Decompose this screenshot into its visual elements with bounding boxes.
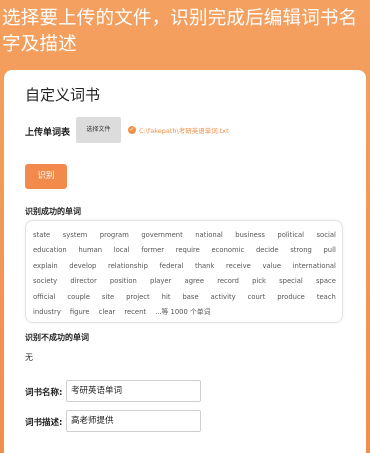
book-desc-label: 词书描述:: [25, 418, 63, 428]
word-row: explain develop relationship federal tha…: [33, 259, 336, 274]
success-words-label: 识别成功的单词: [25, 207, 81, 216]
word-item: receive: [226, 261, 251, 270]
choose-file-button[interactable]: 选择文件: [76, 117, 121, 143]
word-item: value: [262, 261, 282, 270]
book-name-label: 词书名称:: [25, 388, 63, 398]
word-item: court: [247, 292, 266, 301]
word-item: agree: [184, 277, 205, 286]
word-row: education human local former require eco…: [33, 243, 336, 258]
word-item: director: [70, 277, 97, 286]
word-item: official: [33, 292, 56, 301]
instruction-banner: 选择要上传的文件，识别完成后编辑词书名字及描述: [2, 8, 358, 55]
word-item: program: [99, 231, 129, 239]
upload-wordlist-label: 上传单词表: [25, 128, 71, 138]
word-item: require: [175, 246, 200, 255]
word-row: society director position player agree r…: [33, 274, 336, 289]
word-item: pull: [323, 246, 336, 255]
word-item: produce: [277, 292, 305, 301]
word-item: teach: [316, 292, 336, 301]
word-item: federal: [159, 261, 184, 270]
success-words-box: state system program government national…: [25, 220, 343, 323]
word-item: clear: [98, 307, 116, 316]
file-path-text: C:\fakepath\考研英语单词.txt: [139, 127, 229, 135]
word-item: special: [279, 277, 303, 286]
word-row: state system program government national…: [33, 228, 336, 243]
word-item: figure: [69, 307, 90, 316]
word-item: base: [182, 292, 199, 301]
word-row: industry figure clear recent ...等 1000 个…: [33, 305, 336, 320]
word-item: local: [113, 246, 130, 255]
word-item: state: [33, 231, 51, 239]
word-count-summary: ...等 1000 个单词: [155, 307, 211, 316]
word-item: business: [235, 231, 265, 239]
word-item: decide: [255, 246, 279, 255]
word-item: activity: [210, 292, 236, 301]
word-item: national: [195, 231, 223, 239]
word-item: system: [62, 231, 88, 239]
word-item: space: [315, 277, 336, 286]
book-name-input[interactable]: 考研英语单词: [66, 380, 201, 402]
word-item: industry: [33, 307, 61, 316]
selected-file-info: ✓ C:\fakepath\考研英语单词.txt: [128, 125, 229, 135]
word-item: couple: [67, 292, 90, 301]
word-item: political: [277, 231, 305, 239]
custom-wordbook-card: 自定义词书 上传单词表 选择文件 ✓ C:\fakepath\考研英语单词.tx…: [4, 70, 366, 453]
failed-words-label: 识别不成功的单词: [25, 333, 89, 342]
word-item: project: [126, 292, 150, 301]
word-item: former: [141, 246, 165, 255]
book-desc-input[interactable]: 高老师提供: [66, 410, 201, 432]
word-item: social: [316, 231, 336, 239]
word-item: government: [141, 231, 183, 239]
word-item: explain: [33, 261, 58, 270]
word-item: international: [292, 261, 336, 270]
word-item: recent: [124, 307, 147, 316]
word-item: education: [33, 246, 67, 255]
word-item: develop: [69, 261, 97, 270]
recognize-button[interactable]: 识别: [25, 164, 67, 189]
word-item: pick: [252, 277, 266, 286]
page-title: 自定义词书: [25, 86, 101, 104]
word-item: position: [109, 277, 137, 286]
word-item: record: [217, 277, 239, 286]
word-item: hit: [161, 292, 171, 301]
word-item: thank: [195, 261, 215, 270]
word-item: strong: [290, 246, 312, 255]
word-row: official couple site project hit base ac…: [33, 290, 336, 305]
failed-words-value: 无: [25, 353, 33, 362]
word-item: player: [150, 277, 172, 286]
word-item: economic: [211, 246, 245, 255]
word-item: human: [78, 246, 103, 255]
word-item: society: [33, 277, 58, 286]
word-item: site: [101, 292, 115, 301]
word-item: relationship: [107, 261, 148, 270]
check-icon: ✓: [128, 126, 136, 134]
